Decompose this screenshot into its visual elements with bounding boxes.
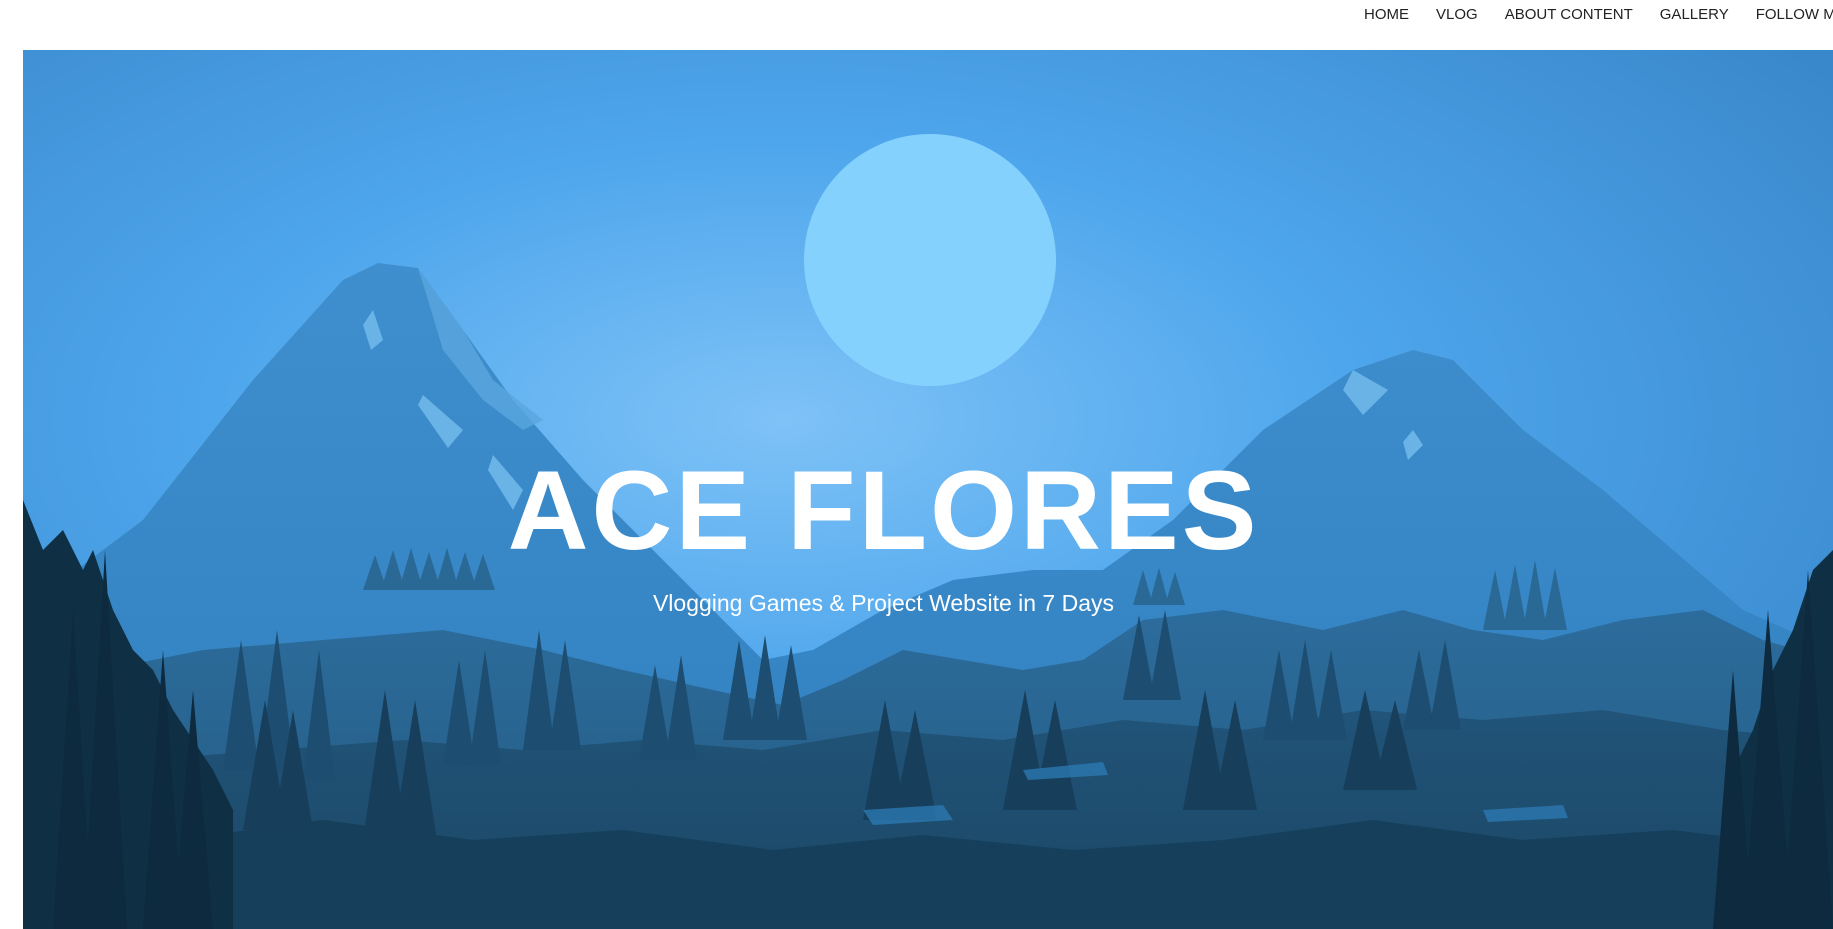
nav-gallery-link[interactable]: GALLERY [1660, 7, 1729, 23]
nav-about-content-link[interactable]: ABOUT CONTENT [1505, 7, 1633, 23]
hero-title: ACE FLORES [507, 448, 1260, 573]
nav-menu: HOME VLOG ABOUT CONTENT GALLERY FOLLOW M… [1364, 7, 1833, 23]
nav-vlog-link[interactable]: VLOG [1436, 7, 1478, 23]
hero-banner: ACE FLORES Vlogging Games & Project Webs… [23, 50, 1833, 929]
nav-clip: HOME VLOG ABOUT CONTENT GALLERY FOLLOW M… [0, 0, 1833, 50]
top-navigation-bar: HOME VLOG ABOUT CONTENT GALLERY FOLLOW M… [0, 0, 1833, 50]
nav-follow-me-link[interactable]: FOLLOW ME [1756, 7, 1833, 23]
nav-home-link[interactable]: HOME [1364, 7, 1409, 23]
moon-shape [804, 134, 1056, 386]
hero-subtitle: Vlogging Games & Project Website in 7 Da… [652, 590, 1115, 616]
